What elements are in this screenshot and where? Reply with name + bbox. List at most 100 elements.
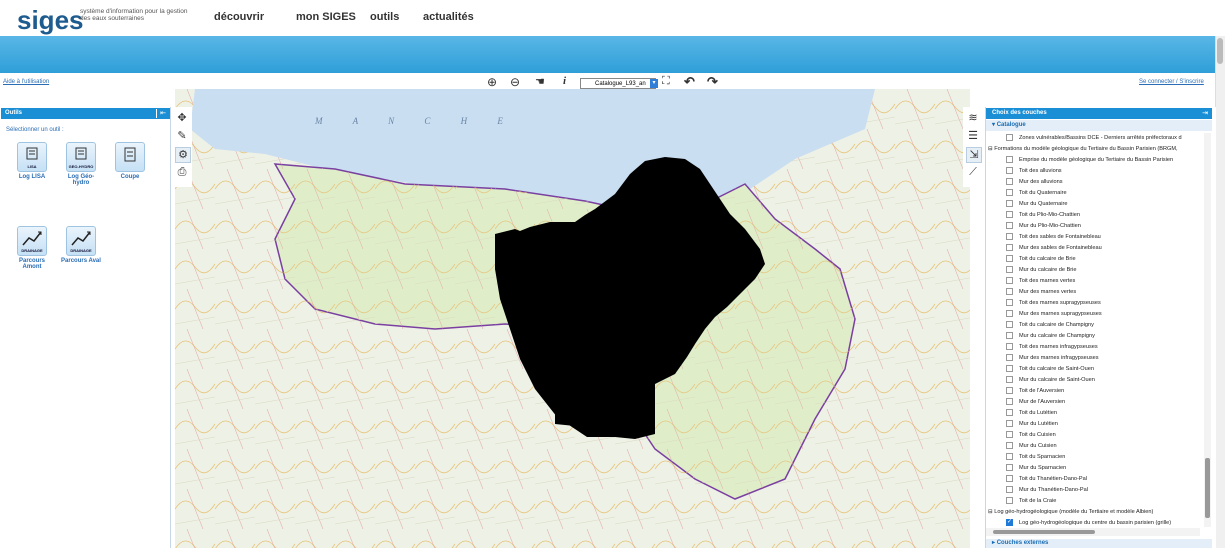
- catalog-section-header[interactable]: ▾ Catalogue: [986, 120, 1212, 131]
- tool-parcours-aval[interactable]: DRAINAGE Parcours Aval: [61, 226, 101, 264]
- layer-item[interactable]: Toit du Quaternaire: [1006, 188, 1067, 199]
- layer-item[interactable]: Mur des alluvions: [1006, 177, 1063, 188]
- layer-item[interactable]: Zones vulnérables/Bassins DCE - Derniers…: [1006, 133, 1182, 144]
- layer-checkbox[interactable]: [1006, 178, 1013, 186]
- layer-checkbox[interactable]: [1006, 453, 1013, 461]
- layer-item[interactable]: Toit du Cuisien: [1006, 430, 1056, 441]
- nav-actualites[interactable]: actualités: [423, 11, 474, 23]
- layer-checkbox[interactable]: [1006, 398, 1013, 406]
- layer-checkbox[interactable]: [1006, 288, 1013, 296]
- layer-checkbox[interactable]: [1006, 354, 1013, 362]
- layer-checkbox[interactable]: [1006, 156, 1013, 164]
- layer-checkbox[interactable]: [1006, 233, 1013, 241]
- move-arrows-icon[interactable]: ✥: [175, 111, 189, 125]
- layer-checkbox[interactable]: [1006, 420, 1013, 428]
- chart-edit-icon[interactable]: ✎: [175, 129, 189, 143]
- help-link[interactable]: Aide à l'utilisation: [3, 79, 49, 85]
- tool-log-lisa[interactable]: LISA Log LISA: [12, 142, 52, 180]
- layer-checkbox[interactable]: [1006, 464, 1013, 472]
- zoom-in-icon[interactable]: ⊕: [487, 75, 497, 89]
- layer-item[interactable]: Toit de la Craie: [1006, 496, 1056, 507]
- nav-decouvrir[interactable]: découvrir: [214, 11, 264, 23]
- pan-hand-icon[interactable]: ☚: [535, 75, 545, 88]
- layer-item[interactable]: Emprise du modèle géologique du Tertiair…: [1006, 155, 1173, 166]
- layers-icon[interactable]: ≋: [966, 111, 980, 125]
- external-layers-header[interactable]: ▸ Couches externes: [986, 539, 1212, 548]
- layer-item[interactable]: Mur du Plio-Mio-Chattien: [1006, 221, 1081, 232]
- layer-checkbox[interactable]: [1006, 332, 1013, 340]
- measure-icon[interactable]: ⟋: [966, 165, 980, 179]
- layer-checkbox[interactable]: [1006, 134, 1013, 142]
- layer-checkbox[interactable]: [1006, 266, 1013, 274]
- layer-item[interactable]: Toit du calcaire de Saint-Ouen: [1006, 364, 1094, 375]
- layer-checkbox[interactable]: [1006, 442, 1013, 450]
- layer-item[interactable]: Toit des alluvions: [1006, 166, 1062, 177]
- page-scrollbar-thumb[interactable]: [1217, 38, 1223, 64]
- layer-checkbox[interactable]: [1006, 497, 1013, 505]
- layer-group[interactable]: ⊟ Log géo-hydrogéologique (modèle du Ter…: [988, 507, 1153, 518]
- layer-item[interactable]: Mur du calcaire de Brie: [1006, 265, 1077, 276]
- catalog-select[interactable]: Catalogue_L93_an: [580, 78, 656, 89]
- layer-checkbox[interactable]: [1006, 167, 1013, 175]
- layer-tree-hscroll-thumb[interactable]: [993, 530, 1095, 534]
- layer-item[interactable]: Mur des marnes infragypseuses: [1006, 353, 1099, 364]
- layer-checkbox[interactable]: [1006, 376, 1013, 384]
- layer-checkbox[interactable]: [1006, 343, 1013, 351]
- layer-item[interactable]: Mur des sables de Fontainebleau: [1006, 243, 1102, 254]
- map-canvas[interactable]: M A N C H E: [175, 89, 970, 548]
- layer-checkbox[interactable]: [1006, 200, 1013, 208]
- tool-coupe[interactable]: Coupe: [110, 142, 150, 180]
- full-extent-icon[interactable]: ⛶: [662, 75, 670, 88]
- collapse-left-icon[interactable]: ⇤: [156, 109, 169, 118]
- layer-item[interactable]: Mur du Thanétien-Dano-Pal: [1006, 485, 1088, 496]
- layer-checkbox[interactable]: [1006, 189, 1013, 197]
- nav-mon-siges[interactable]: mon SIGES: [296, 11, 356, 23]
- layer-item[interactable]: Toit du calcaire de Champigny: [1006, 320, 1094, 331]
- layer-item[interactable]: Mur du calcaire de Champigny: [1006, 331, 1095, 342]
- layer-checkbox[interactable]: [1006, 409, 1013, 417]
- layer-item[interactable]: Toit du calcaire de Brie: [1006, 254, 1076, 265]
- layer-item[interactable]: Mur du Quaternaire: [1006, 199, 1068, 210]
- layer-checkbox[interactable]: [1006, 387, 1013, 395]
- layer-item[interactable]: Toit des marnes supragypseuses: [1006, 298, 1101, 309]
- layer-checkbox[interactable]: [1006, 244, 1013, 252]
- login-link[interactable]: Se connecter / S'inscrire: [1139, 79, 1204, 85]
- layer-item[interactable]: Mur du Lutétien: [1006, 419, 1058, 430]
- layer-checkbox[interactable]: [1006, 310, 1013, 318]
- tool-parcours-amont[interactable]: DRAINAGE Parcours Amont: [12, 226, 52, 270]
- info-icon[interactable]: i: [563, 75, 566, 87]
- layer-item[interactable]: Mur du Sparnacien: [1006, 463, 1066, 474]
- tool-log-geo-hydro[interactable]: GEO-HYDRO Log Géo-hydro: [61, 142, 101, 186]
- layer-item[interactable]: Mur des marnes supragypseuses: [1006, 309, 1102, 320]
- layer-item[interactable]: Mur des marnes vertes: [1006, 287, 1076, 298]
- layer-item[interactable]: Log géo-hydrogéologique du centre du bas…: [1006, 517, 1171, 527]
- layer-item[interactable]: Toit du Thanétien-Dano-Pal: [1006, 474, 1087, 485]
- layer-checkbox[interactable]: [1006, 431, 1013, 439]
- layer-tree-vscroll-thumb[interactable]: [1205, 458, 1210, 518]
- layer-item[interactable]: Toit du Lutétien: [1006, 408, 1057, 419]
- nav-outils[interactable]: outils: [370, 11, 399, 23]
- undo-icon[interactable]: ↶: [684, 74, 695, 90]
- layer-item[interactable]: Mur de l'Auversien: [1006, 397, 1065, 408]
- chevron-down-icon[interactable]: ▾: [650, 79, 658, 88]
- layer-item[interactable]: Toit des sables de Fontainebleau: [1006, 232, 1101, 243]
- layer-checkbox[interactable]: [1006, 517, 1013, 527]
- redo-icon[interactable]: ↷: [707, 74, 718, 90]
- layer-item[interactable]: Toit des marnes vertes: [1006, 276, 1075, 287]
- layer-checkbox[interactable]: [1006, 255, 1013, 263]
- layer-checkbox[interactable]: [1006, 277, 1013, 285]
- layer-checkbox[interactable]: [1006, 321, 1013, 329]
- legend-list-icon[interactable]: ☰: [966, 129, 980, 143]
- layer-checkbox[interactable]: [1006, 486, 1013, 494]
- layer-item[interactable]: Toit du Plio-Mio-Chattien: [1006, 210, 1080, 221]
- zoom-out-icon[interactable]: ⊖: [510, 75, 520, 89]
- layer-item[interactable]: Toit des marnes infragypseuses: [1006, 342, 1098, 353]
- layer-item[interactable]: Toit du Sparnacien: [1006, 452, 1065, 463]
- layer-checkbox[interactable]: [1006, 211, 1013, 219]
- layer-tree[interactable]: Zones vulnérables/Bassins DCE - Derniers…: [986, 133, 1201, 527]
- print-icon[interactable]: ⎙: [175, 165, 189, 179]
- layer-checkbox[interactable]: [1006, 475, 1013, 483]
- layer-checkbox[interactable]: [1006, 299, 1013, 307]
- layer-item[interactable]: Mur du Cuisien: [1006, 441, 1057, 452]
- page-scrollbar[interactable]: [1215, 36, 1225, 548]
